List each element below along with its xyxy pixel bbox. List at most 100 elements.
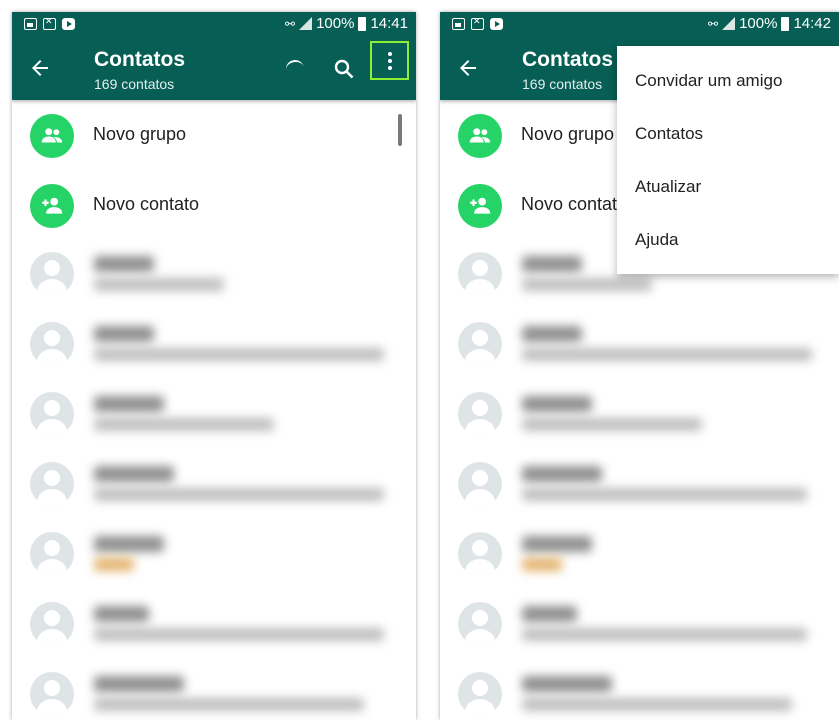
add-contact-icon <box>30 184 74 228</box>
search-icon[interactable] <box>332 57 356 81</box>
blurred-contact-status <box>94 418 274 431</box>
blurred-contact-name <box>94 676 184 692</box>
phone-screen-left: ⚯ 100% 14:41 Contatos 169 contatos Novo … <box>12 12 416 720</box>
blurred-contact-status <box>94 628 384 641</box>
clock: 14:42 <box>793 15 831 32</box>
contact-count: 169 contatos <box>94 76 175 92</box>
status-bar: ⚯ 100% 14:42 <box>440 12 839 38</box>
blurred-contact-status <box>94 278 224 291</box>
contact-row[interactable] <box>12 380 416 450</box>
group-icon <box>458 114 502 158</box>
contact-row[interactable] <box>440 450 839 520</box>
blurred-contact-name <box>522 466 602 482</box>
add-contact-icon <box>458 184 502 228</box>
clock: 14:41 <box>370 15 408 32</box>
default-avatar-icon <box>30 532 74 576</box>
contact-row[interactable] <box>440 310 839 380</box>
contact-count: 169 contatos <box>522 76 603 92</box>
contact-row[interactable] <box>440 380 839 450</box>
default-avatar-icon <box>458 532 502 576</box>
contact-row[interactable] <box>12 520 416 590</box>
mail-notification-icon <box>471 16 484 30</box>
contact-row[interactable] <box>12 240 416 310</box>
page-title: Contatos <box>94 48 185 71</box>
arrow-left-icon[interactable] <box>28 56 52 80</box>
battery-percent: 100% <box>316 15 355 32</box>
status-bar: ⚯ 100% 14:41 <box>12 12 416 38</box>
blurred-contact-name <box>522 256 582 272</box>
page-title: Contatos <box>522 48 613 71</box>
new-contact-label: Novo contato <box>93 194 200 214</box>
default-avatar-icon <box>458 392 502 436</box>
new-group-row[interactable]: Novo grupo <box>12 100 416 170</box>
contact-row[interactable] <box>440 660 839 720</box>
signal-icon <box>722 17 736 30</box>
menu-item-help[interactable]: Ajuda <box>617 213 839 266</box>
arrow-left-icon[interactable] <box>456 56 480 80</box>
blurred-contact-status <box>94 698 364 711</box>
blurred-contact-name <box>94 396 164 412</box>
contact-row[interactable] <box>12 590 416 660</box>
gallery-notification-icon <box>24 18 37 30</box>
video-notification-icon <box>62 18 75 30</box>
video-notification-icon <box>490 18 503 30</box>
blurred-contact-status <box>94 348 384 361</box>
mail-notification-icon <box>43 16 56 30</box>
blurred-contact-name <box>522 396 592 412</box>
blurred-contact-status <box>522 488 807 501</box>
contact-list: Novo grupo Novo contato <box>12 100 416 720</box>
blurred-contact-status <box>522 558 562 571</box>
signal-icon <box>299 17 313 30</box>
blurred-contact-status <box>522 698 792 711</box>
battery-icon <box>358 16 367 31</box>
blurred-contact-name <box>94 466 174 482</box>
overflow-menu: Convidar um amigo Contatos Atualizar Aju… <box>617 46 839 274</box>
contact-row[interactable] <box>440 590 839 660</box>
menu-item-refresh[interactable]: Atualizar <box>617 160 839 213</box>
new-group-label: Novo grupo <box>521 124 615 144</box>
default-avatar-icon <box>30 252 74 296</box>
blurred-contact-name <box>94 536 164 552</box>
blurred-contact-status <box>522 278 652 291</box>
default-avatar-icon <box>30 462 74 506</box>
menu-item-invite-friend[interactable]: Convidar um amigo <box>617 54 839 107</box>
battery-percent: 100% <box>739 15 778 32</box>
group-icon <box>30 114 74 158</box>
blurred-contact-status <box>94 488 384 501</box>
contact-row[interactable] <box>12 310 416 380</box>
menu-item-contacts[interactable]: Contatos <box>617 107 839 160</box>
phone-screen-right: ⚯ 100% 14:42 Contatos 169 contatos Convi… <box>440 12 839 720</box>
blurred-contact-name <box>522 676 612 692</box>
blurred-contact-name <box>522 536 592 552</box>
default-avatar-icon <box>458 252 502 296</box>
default-avatar-icon <box>458 602 502 646</box>
more-vert-icon <box>387 51 392 70</box>
blurred-contact-name <box>94 256 154 272</box>
blurred-contact-status <box>522 628 807 641</box>
more-options-button[interactable] <box>370 41 409 80</box>
new-group-label: Novo grupo <box>93 124 187 144</box>
contact-row[interactable] <box>12 450 416 520</box>
blurred-contact-name <box>94 606 149 622</box>
default-avatar-icon <box>458 322 502 366</box>
wifi-icon: ⚯ <box>708 16 719 31</box>
blurred-contact-name <box>522 326 582 342</box>
refresh-spinner-icon <box>284 58 306 80</box>
gallery-notification-icon <box>452 18 465 30</box>
blurred-contact-status <box>522 348 812 361</box>
blurred-contact-name <box>522 606 577 622</box>
default-avatar-icon <box>458 672 502 716</box>
default-avatar-icon <box>30 602 74 646</box>
wifi-icon: ⚯ <box>285 16 296 31</box>
contact-row[interactable] <box>12 660 416 720</box>
blurred-contact-name <box>94 326 154 342</box>
default-avatar-icon <box>458 462 502 506</box>
app-bar: Contatos 169 contatos <box>12 38 416 100</box>
contact-row[interactable] <box>440 520 839 590</box>
new-contact-row[interactable]: Novo contato <box>12 170 416 240</box>
new-contact-label: Novo contat <box>521 194 618 214</box>
default-avatar-icon <box>30 672 74 716</box>
blurred-contact-status <box>522 418 702 431</box>
default-avatar-icon <box>30 392 74 436</box>
battery-icon <box>781 16 790 31</box>
